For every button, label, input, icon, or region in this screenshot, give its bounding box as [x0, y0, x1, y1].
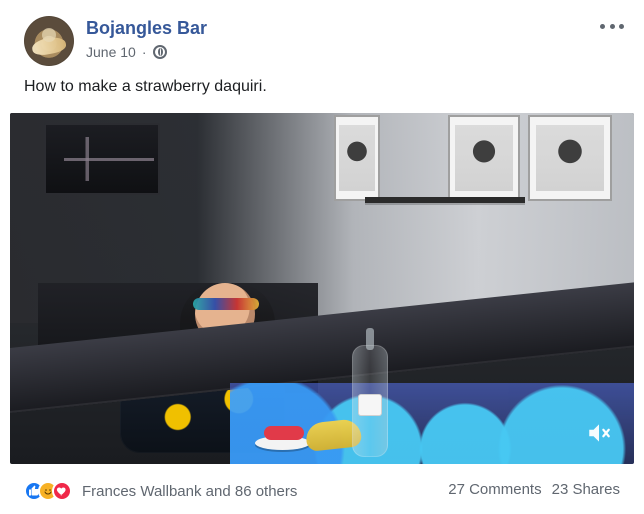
post-text: How to make a strawberry daquiri. [24, 78, 267, 95]
post-date[interactable]: June 10 [86, 44, 136, 60]
more-dot [619, 23, 624, 29]
love-reaction-icon [52, 481, 72, 501]
more-dot [609, 23, 615, 29]
comments-count[interactable]: 27 Comments [448, 481, 541, 498]
more-dot [600, 23, 605, 29]
reaction-summary-text[interactable]: Frances Wallbank and 86 others [82, 483, 297, 500]
shares-count[interactable]: 23 Shares [552, 481, 620, 498]
reactions-summary[interactable]: Frances Wallbank and 86 others [24, 481, 297, 501]
post-meta: June 10 · [86, 44, 167, 60]
video-scene-poster [334, 115, 380, 201]
video-player[interactable] [10, 113, 634, 464]
post-counts: 27 Comments 23 Shares [448, 481, 620, 498]
page-name-link[interactable]: Bojangles Bar [86, 18, 207, 39]
post-card: Bojangles Bar June 10 · How to make a st… [0, 0, 644, 514]
video-scene-headband [193, 298, 259, 310]
mute-icon[interactable] [586, 420, 612, 446]
more-options-icon[interactable] [600, 18, 624, 34]
video-scene-bottle-label [358, 394, 382, 416]
video-scene-chalk [64, 137, 154, 181]
globe-icon[interactable] [152, 45, 167, 59]
video-scene-bottle [352, 328, 388, 457]
video-scene-shelf [365, 197, 525, 203]
video-scene-poster [448, 115, 520, 201]
video-scene-blackboard [44, 123, 160, 195]
page-avatar[interactable] [24, 16, 74, 66]
video-scene-strawberries [264, 426, 304, 440]
reaction-icons [24, 481, 72, 501]
video-scene-poster [528, 115, 612, 201]
video-scene-led-bar [230, 383, 634, 464]
meta-separator: · [141, 44, 147, 60]
